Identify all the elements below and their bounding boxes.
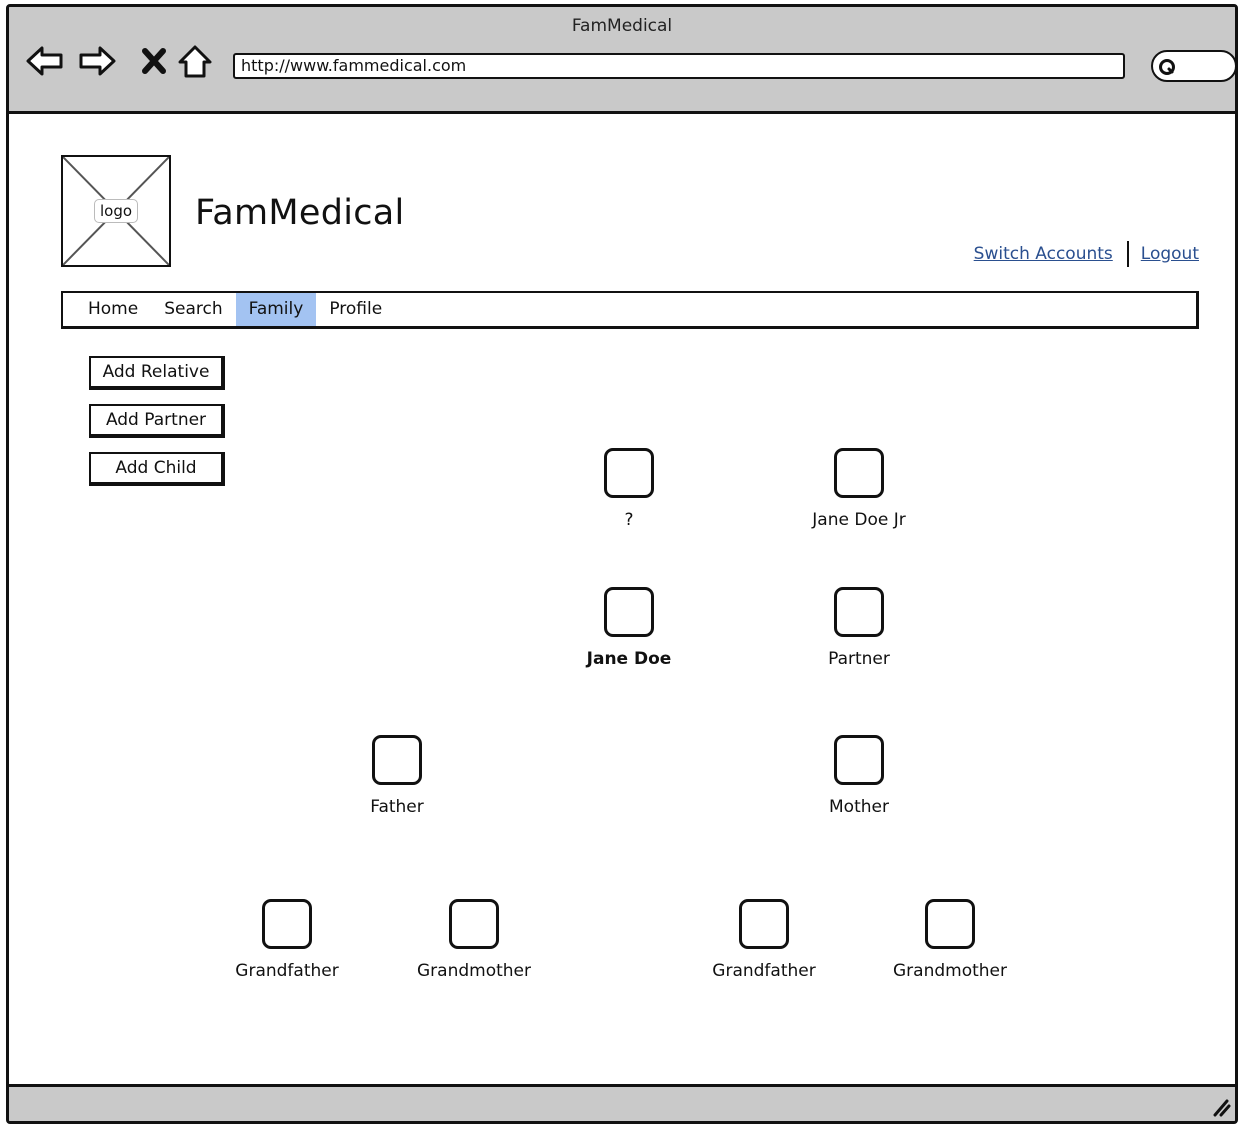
switch-accounts-link[interactable]: Switch Accounts [974,244,1113,264]
add-child-button[interactable]: Add Child [89,452,225,486]
tab-home[interactable]: Home [75,293,151,326]
forward-arrow-icon[interactable] [77,41,117,81]
tab-search[interactable]: Search [151,293,235,326]
tree-node-self: Jane Doe [549,587,709,669]
tree-node-unknown-child: ? [549,448,709,530]
person-label: Partner [828,649,890,669]
tab-family[interactable]: Family [235,293,317,326]
tree-node-father: Father [317,735,477,817]
tree-node-mother: Mother [779,735,939,817]
tree-node-paternal-grandfather: Grandfather [207,899,367,981]
person-label: Grandfather [712,961,816,981]
tree-node-maternal-grandmother: Grandmother [870,899,1030,981]
window-title: FamMedical [571,16,673,36]
search-icon [1159,59,1175,75]
person-box[interactable] [604,448,654,498]
logo-placeholder: logo [61,155,171,267]
person-box[interactable] [834,735,884,785]
account-links: Switch Accounts Logout [974,241,1199,267]
person-label: Jane Doe [586,649,672,669]
person-label: Mother [829,797,889,817]
person-label: ? [624,510,634,530]
person-box[interactable] [604,587,654,637]
add-relative-button[interactable]: Add Relative [89,356,225,390]
person-label: Grandmother [893,961,1007,981]
person-box[interactable] [739,899,789,949]
add-partner-button[interactable]: Add Partner [89,404,225,438]
app-title: FamMedical [195,193,405,233]
tree-node-child: Jane Doe Jr [779,448,939,530]
browser-status-bar [9,1084,1235,1121]
person-label: Jane Doe Jr [812,510,906,530]
link-divider [1126,241,1129,267]
back-arrow-icon[interactable] [25,41,65,81]
logo-label: logo [94,199,138,223]
browser-window: FamMedical http://www.fammedical.com log… [6,4,1238,1124]
main-nav-bar: Home Search Family Profile [61,291,1199,329]
person-box[interactable] [834,587,884,637]
tab-profile[interactable]: Profile [316,293,395,326]
person-box[interactable] [925,899,975,949]
address-bar[interactable]: http://www.fammedical.com [233,53,1125,79]
browser-toolbar: FamMedical http://www.fammedical.com [9,7,1235,114]
person-box[interactable] [449,899,499,949]
person-label: Grandmother [417,961,531,981]
home-icon[interactable] [175,41,215,81]
browser-search-field[interactable] [1151,50,1235,82]
person-box[interactable] [262,899,312,949]
person-box[interactable] [372,735,422,785]
close-x-icon[interactable] [135,41,175,81]
logout-link[interactable]: Logout [1141,244,1199,264]
person-label: Father [370,797,424,817]
tree-node-partner: Partner [779,587,939,669]
person-label: Grandfather [235,961,339,981]
resize-grip-icon[interactable] [1211,1097,1231,1117]
tree-node-maternal-grandfather: Grandfather [684,899,844,981]
person-box[interactable] [834,448,884,498]
tree-node-paternal-grandmother: Grandmother [394,899,554,981]
